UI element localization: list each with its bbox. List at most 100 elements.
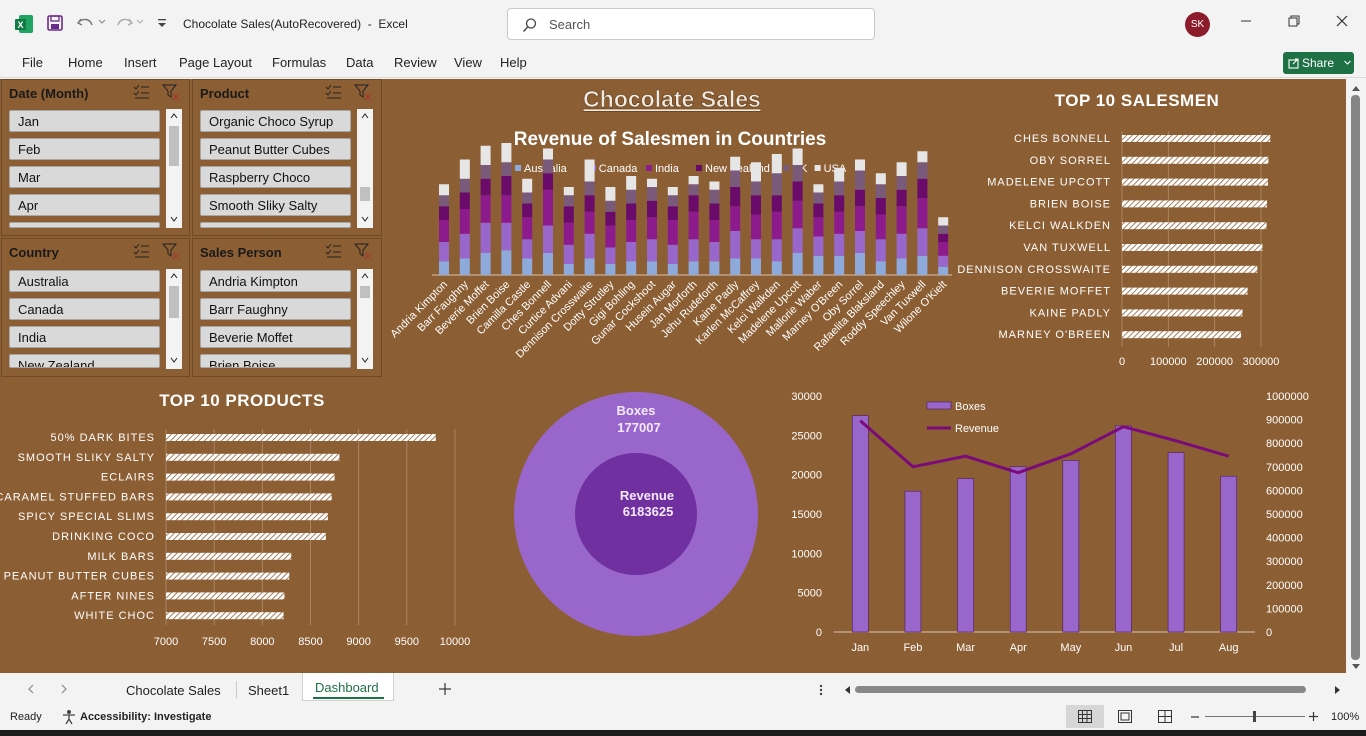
- restore-button[interactable]: [1281, 10, 1307, 36]
- bar-segment: [626, 261, 637, 275]
- avatar[interactable]: SK: [1185, 12, 1210, 37]
- share-button[interactable]: Share: [1283, 52, 1354, 74]
- bar-segment: [563, 187, 574, 196]
- page-break-view-icon[interactable]: [1158, 710, 1172, 723]
- bar-segment: [647, 239, 657, 262]
- menu-formulas[interactable]: Formulas: [272, 55, 326, 70]
- menu-help[interactable]: Help: [500, 55, 527, 70]
- redo-icon[interactable]: [114, 14, 134, 32]
- redo-dropdown-icon[interactable]: [136, 18, 144, 26]
- y-right-tick-label: 700000: [1266, 462, 1303, 474]
- menu-home[interactable]: Home: [68, 55, 103, 70]
- x-tick-label: Jun: [1115, 642, 1133, 654]
- vertical-scroll-thumb[interactable]: [1351, 95, 1360, 660]
- menu-data[interactable]: Data: [346, 55, 373, 70]
- restore-icon: [1288, 15, 1300, 27]
- bar: [166, 434, 436, 441]
- tab-chocolate-sales[interactable]: Chocolate Sales: [126, 683, 221, 698]
- x-tick-label: 7000: [154, 636, 178, 648]
- add-sheet-icon[interactable]: [438, 682, 452, 696]
- bar-segment: [647, 217, 657, 240]
- accessibility-status[interactable]: Accessibility: Investigate: [80, 711, 211, 723]
- next-sheet-icon[interactable]: [60, 684, 68, 694]
- horizontal-scroll-thumb[interactable]: [855, 686, 1306, 693]
- y-left-tick-label: 30000: [791, 391, 822, 403]
- chart-title: Revenue of Salesmen in Countries: [514, 129, 827, 150]
- bar: [166, 513, 328, 521]
- customize-toolbar-icon[interactable]: [156, 17, 168, 29]
- zoom-slider-handle[interactable]: [1253, 711, 1256, 722]
- scroll-down-icon[interactable]: [1351, 663, 1361, 671]
- bar-segment: [626, 176, 637, 190]
- dashboard-title: Chocolate Sales: [583, 86, 761, 112]
- chart-title: TOP 10 PRODUCTS: [159, 391, 325, 410]
- y-tick-label: KAINE PADLY: [1029, 307, 1111, 319]
- bar-segment: [605, 211, 616, 226]
- bar-segment: [917, 151, 928, 163]
- scroll-right-icon[interactable]: [1334, 685, 1342, 695]
- zoom-level[interactable]: 100%: [1331, 711, 1359, 723]
- zoom-in-icon[interactable]: [1308, 711, 1319, 722]
- save-icon[interactable]: [46, 14, 64, 32]
- bar: [1167, 452, 1185, 633]
- more-options-icon[interactable]: [819, 684, 823, 696]
- bar-segment: [439, 195, 449, 207]
- bar-segment: [855, 253, 865, 275]
- y-tick-label: OBY SORREL: [1030, 155, 1111, 167]
- bar: [1122, 265, 1258, 273]
- bar: [166, 493, 332, 501]
- bar-segment: [771, 173, 782, 196]
- tab-dashboard[interactable]: Dashboard: [315, 680, 379, 695]
- bar-segment: [688, 184, 699, 196]
- sheet-tabs-bar: Chocolate Sales Sheet1 Dashboard: [0, 673, 1366, 705]
- y-tick-label: ECLAIRS: [101, 472, 155, 484]
- zoom-out-icon[interactable]: [1190, 712, 1200, 722]
- bar-segment: [855, 231, 865, 253]
- legend-swatch: [926, 401, 952, 410]
- undo-icon[interactable]: [76, 14, 96, 32]
- bar-segment: [917, 198, 928, 229]
- prev-sheet-icon[interactable]: [27, 684, 35, 694]
- bar: [166, 473, 335, 481]
- normal-view-icon[interactable]: [1078, 710, 1092, 723]
- bar-segment: [647, 187, 657, 201]
- bar: [1220, 475, 1237, 633]
- bar-segment: [834, 195, 845, 212]
- undo-dropdown-icon[interactable]: [98, 18, 106, 26]
- bar-segment: [730, 170, 741, 187]
- scroll-up-icon[interactable]: [1351, 84, 1361, 92]
- search-input[interactable]: Search: [507, 8, 875, 40]
- x-tick-label: Mar: [956, 642, 975, 654]
- y-tick-label: AFTER NINES: [71, 590, 155, 602]
- share-icon: [1288, 58, 1299, 69]
- bar-segment: [439, 261, 449, 275]
- menu-insert[interactable]: Insert: [124, 55, 157, 70]
- tab-sheet1[interactable]: Sheet1: [248, 683, 289, 698]
- bar-segment: [688, 176, 699, 185]
- bar-segment: [522, 203, 533, 218]
- bar-segment: [626, 242, 637, 262]
- bar-segment: [626, 203, 637, 220]
- bar-segment: [563, 222, 574, 245]
- bar-segment: [875, 173, 886, 185]
- bar-segment: [439, 206, 449, 220]
- bar: [1122, 200, 1268, 208]
- close-button[interactable]: [1329, 10, 1355, 36]
- menu-file[interactable]: File: [22, 55, 43, 70]
- y-right-tick-label: 0: [1266, 627, 1272, 639]
- bar: [1122, 135, 1271, 142]
- search-icon: [522, 18, 537, 32]
- bar-segment: [792, 200, 803, 229]
- x-tick-label: Apr: [1010, 642, 1027, 654]
- menu-view[interactable]: View: [454, 55, 482, 70]
- y-tick-label: WHITE CHOC: [74, 610, 155, 622]
- minimize-button[interactable]: [1233, 10, 1259, 36]
- menu-page-layout[interactable]: Page Layout: [179, 55, 252, 70]
- page-layout-view-icon[interactable]: [1118, 710, 1132, 723]
- bar-segment: [938, 242, 949, 256]
- bar-segment: [751, 214, 761, 240]
- accessibility-icon[interactable]: [61, 709, 77, 725]
- menu-review[interactable]: Review: [394, 55, 437, 70]
- bar-segment: [605, 200, 616, 212]
- scroll-left-icon[interactable]: [843, 685, 851, 695]
